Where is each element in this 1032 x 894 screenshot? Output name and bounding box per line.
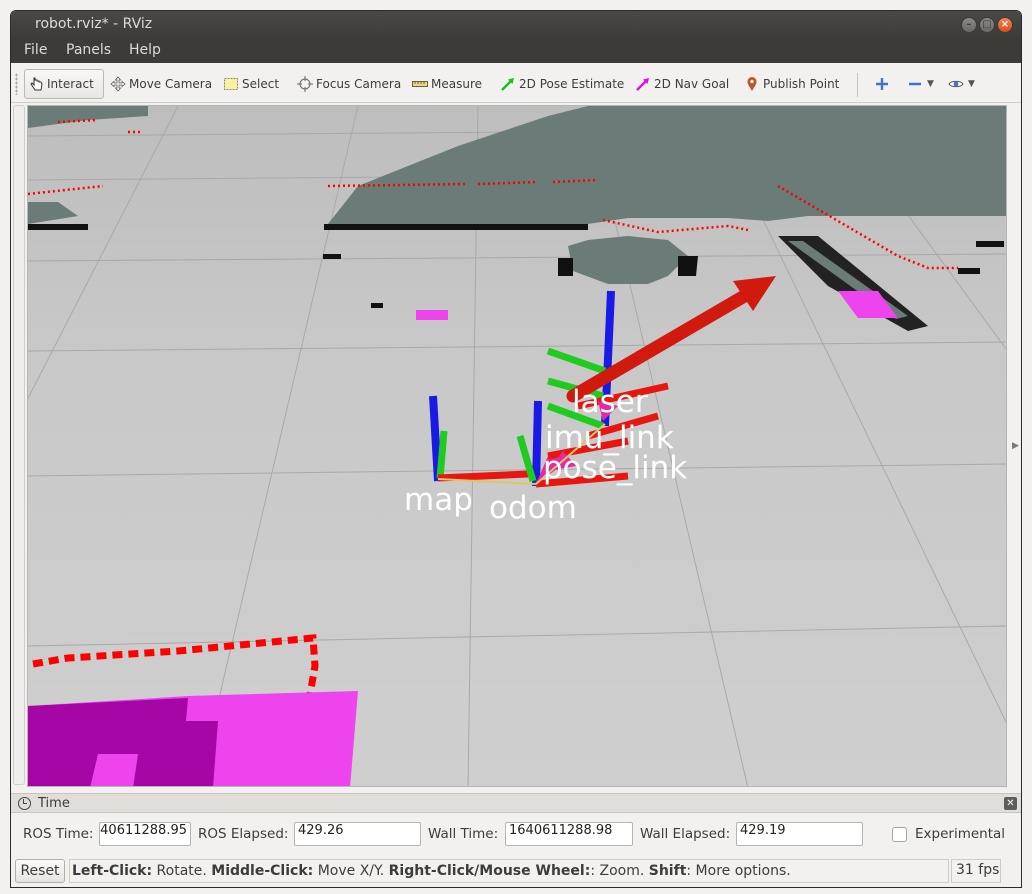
frame-label-odom: odom [489,490,577,526]
add-tool-button[interactable] [871,69,893,99]
experimental-label: Experimental [915,826,1006,842]
tools-toolbar: Interact Move Camera Select Focus Camera [11,63,1021,103]
time-panel-header: Time ✕ [11,793,1021,813]
green-arrow-icon [500,76,516,92]
chevron-down-icon: ▼ [968,79,975,89]
title-bar[interactable]: robot.rviz* - RViz – □ × [11,11,1021,39]
frame-label-imu-link: imu_link [545,420,674,456]
close-panel-icon[interactable]: ✕ [1004,797,1017,810]
time-fields-row: ROS Time: 1640611288.95 ROS Elapsed: 429… [11,821,1021,847]
focus-camera-label: Focus Camera [316,77,402,91]
window-title: robot.rviz* - RViz [35,16,153,32]
map-pin-icon [744,76,760,92]
hint-shift-text: : More options. [686,863,791,879]
measure-tool-button[interactable]: Measure [409,69,485,99]
menu-help[interactable]: Help [129,42,161,58]
hint-left-key: Left-Click: [72,863,153,879]
hint-right-key: Right-Click/Mouse Wheel: [388,863,591,879]
time-panel-title: Time [38,796,70,811]
wall-elapsed-field[interactable]: 429.19 [736,822,863,846]
toolbar-separator [857,73,858,97]
select-tool-button[interactable]: Select [220,69,282,99]
close-button[interactable]: × [997,17,1013,33]
nav-goal-tool-button[interactable]: 2D Nav Goal [632,69,732,99]
hint-middle-key: Middle-Click: [211,863,314,879]
interact-tool-button[interactable]: Interact [24,69,104,99]
toolbar-grip[interactable] [15,73,18,95]
hint-right-text: : Zoom. [590,863,649,879]
reset-button[interactable]: Reset [15,859,65,883]
remove-tool-button[interactable]: ▼ [904,69,937,99]
scene-canvas[interactable]: map odom pose_link imu_link laser [28,106,1007,787]
hand-pointer-icon [28,76,44,92]
hint-shift-key: Shift [648,863,687,879]
fps-counter: 31 fps [951,859,1001,883]
plus-icon [874,76,890,92]
frame-label-map: map [404,482,473,518]
tool-properties-button[interactable]: ▼ [945,69,978,99]
move-camera-label: Move Camera [129,77,213,91]
measure-label: Measure [431,77,482,91]
chevron-down-icon: ▼ [927,79,934,89]
status-bar: Reset Left-Click: Rotate. Middle-Click: … [11,855,1021,887]
crosshair-icon [297,76,313,92]
hint-middle-text: Move X/Y. [313,863,389,879]
pose-estimate-tool-button[interactable]: 2D Pose Estimate [497,69,627,99]
ros-time-field[interactable]: 1640611288.95 [99,822,191,846]
rviz-window: robot.rviz* - RViz – □ × File Panels Hel… [10,10,1022,888]
move-arrows-icon [110,76,126,92]
hint-left-text: Rotate. [152,863,212,879]
magenta-arrow-icon [635,76,651,92]
move-camera-tool-button[interactable]: Move Camera [107,69,215,99]
time-panel: Time ✕ ROS Time: 1640611288.95 ROS Elaps… [11,793,1021,855]
clock-icon [18,797,31,810]
wall-time-field[interactable]: 1640611288.98 [505,822,633,846]
frame-label-laser: laser [572,384,648,420]
publish-point-tool-button[interactable]: Publish Point [741,69,842,99]
menu-file[interactable]: File [24,42,47,58]
left-dock-collapse-handle[interactable] [13,105,25,785]
render-area: ▶ ▶ [11,103,1021,793]
wall-elapsed-label: Wall Elapsed: [640,826,731,842]
menu-bar: File Panels Help [11,39,1021,63]
maximize-button[interactable]: □ [979,17,995,33]
interact-label: Interact [47,77,94,91]
nav-goal-label: 2D Nav Goal [654,77,730,91]
select-label: Select [242,77,280,91]
publish-point-label: Publish Point [763,77,840,91]
eye-icon [948,76,964,92]
ros-time-label: ROS Time: [23,826,94,842]
menu-panels[interactable]: Panels [66,42,111,58]
wall-time-label: Wall Time: [428,826,499,842]
ruler-icon [412,76,428,92]
minus-icon [907,76,923,92]
experimental-checkbox[interactable] [892,827,907,842]
pose-estimate-label: 2D Pose Estimate [519,77,625,91]
focus-camera-tool-button[interactable]: Focus Camera [294,69,404,99]
select-box-icon [223,76,239,92]
right-dock-arrow-icon[interactable]: ▶ [1012,441,1019,451]
status-hint: Left-Click: Rotate. Middle-Click: Move X… [69,859,949,883]
ros-elapsed-label: ROS Elapsed: [198,826,289,842]
ros-elapsed-field[interactable]: 429.26 [294,822,421,846]
3d-viewport[interactable]: map odom pose_link imu_link laser [27,105,1007,787]
minimize-button[interactable]: – [961,17,977,33]
